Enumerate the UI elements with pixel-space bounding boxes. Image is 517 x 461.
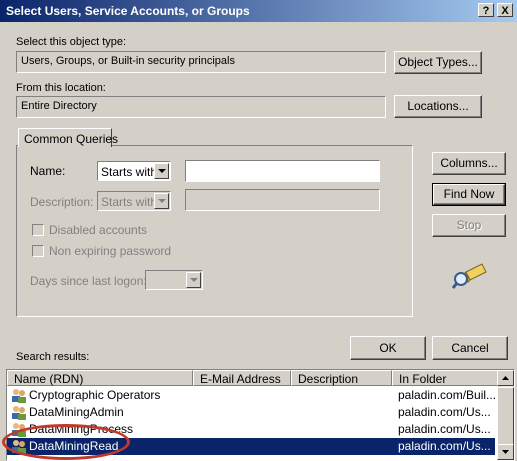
row-folder: paladin.com/Us... <box>398 405 491 419</box>
object-type-label: Select this object type: <box>16 36 127 48</box>
results-scrollbar[interactable] <box>497 370 514 460</box>
non-expiring-password-label: Non expiring password <box>49 244 172 258</box>
title-bar: Select Users, Service Accounts, or Group… <box>0 0 517 22</box>
column-header-description[interactable]: Description <box>291 370 392 386</box>
location-label: From this location: <box>16 82 106 94</box>
chevron-down-icon <box>502 450 509 454</box>
user-group-icon <box>12 406 26 420</box>
row-folder: paladin.com/Buil... <box>398 388 497 402</box>
table-row[interactable]: DataMiningAdmin paladin.com/Us... <box>7 404 495 421</box>
help-icon[interactable]: ? <box>478 3 494 17</box>
location-field: Entire Directory <box>16 96 386 118</box>
column-header-folder[interactable]: In Folder <box>392 370 498 386</box>
name-input[interactable] <box>185 160 380 182</box>
days-since-logon-label: Days since last logon: <box>30 274 147 288</box>
object-type-field: Users, Groups, or Built-in security prin… <box>16 51 386 73</box>
row-folder: paladin.com/Us... <box>398 439 491 453</box>
cancel-button[interactable]: Cancel <box>432 336 508 360</box>
stop-button[interactable]: Stop <box>432 214 506 237</box>
columns-button[interactable]: Columns... <box>432 152 506 175</box>
scroll-down-button[interactable] <box>497 444 514 460</box>
non-expiring-password-checkbox[interactable] <box>32 245 44 257</box>
object-types-button[interactable]: Object Types... <box>394 51 482 74</box>
name-mode-value: Starts with <box>101 165 158 179</box>
ok-button[interactable]: OK <box>350 336 426 360</box>
table-row[interactable]: Cryptographic Operators paladin.com/Buil… <box>7 387 497 404</box>
chevron-down-icon[interactable] <box>154 193 169 209</box>
find-now-button[interactable]: Find Now <box>432 183 506 206</box>
name-mode-select[interactable]: Starts with <box>97 161 171 181</box>
days-since-logon-select[interactable] <box>145 270 203 290</box>
search-results-label: Search results: <box>16 351 90 363</box>
chevron-up-icon <box>502 376 509 380</box>
name-label: Name: <box>30 164 66 178</box>
disabled-accounts-checkbox[interactable] <box>32 224 44 236</box>
description-mode-value: Starts with <box>101 195 158 209</box>
description-label: Description: <box>30 195 94 209</box>
scroll-thumb[interactable] <box>497 387 514 445</box>
chevron-down-icon[interactable] <box>186 272 201 288</box>
chevron-down-icon[interactable] <box>154 163 169 179</box>
window-title: Select Users, Service Accounts, or Group… <box>6 4 250 18</box>
highlight-circle <box>2 424 130 460</box>
row-name: Cryptographic Operators <box>29 388 161 402</box>
close-icon[interactable]: X <box>497 3 513 17</box>
user-group-icon <box>12 389 26 403</box>
locations-button[interactable]: Locations... <box>394 95 482 118</box>
tab-common-queries[interactable]: Common Queries <box>18 128 118 147</box>
description-mode-select[interactable]: Starts with <box>97 191 171 211</box>
scroll-up-button[interactable] <box>497 370 514 386</box>
column-header-name[interactable]: Name (RDN) <box>7 370 193 386</box>
search-flashlight-icon <box>452 263 487 289</box>
disabled-accounts-label: Disabled accounts <box>49 223 148 237</box>
column-header-email[interactable]: E-Mail Address <box>193 370 291 386</box>
description-input[interactable] <box>185 189 380 211</box>
row-folder: paladin.com/Us... <box>398 422 491 436</box>
row-name: DataMiningAdmin <box>29 405 124 419</box>
